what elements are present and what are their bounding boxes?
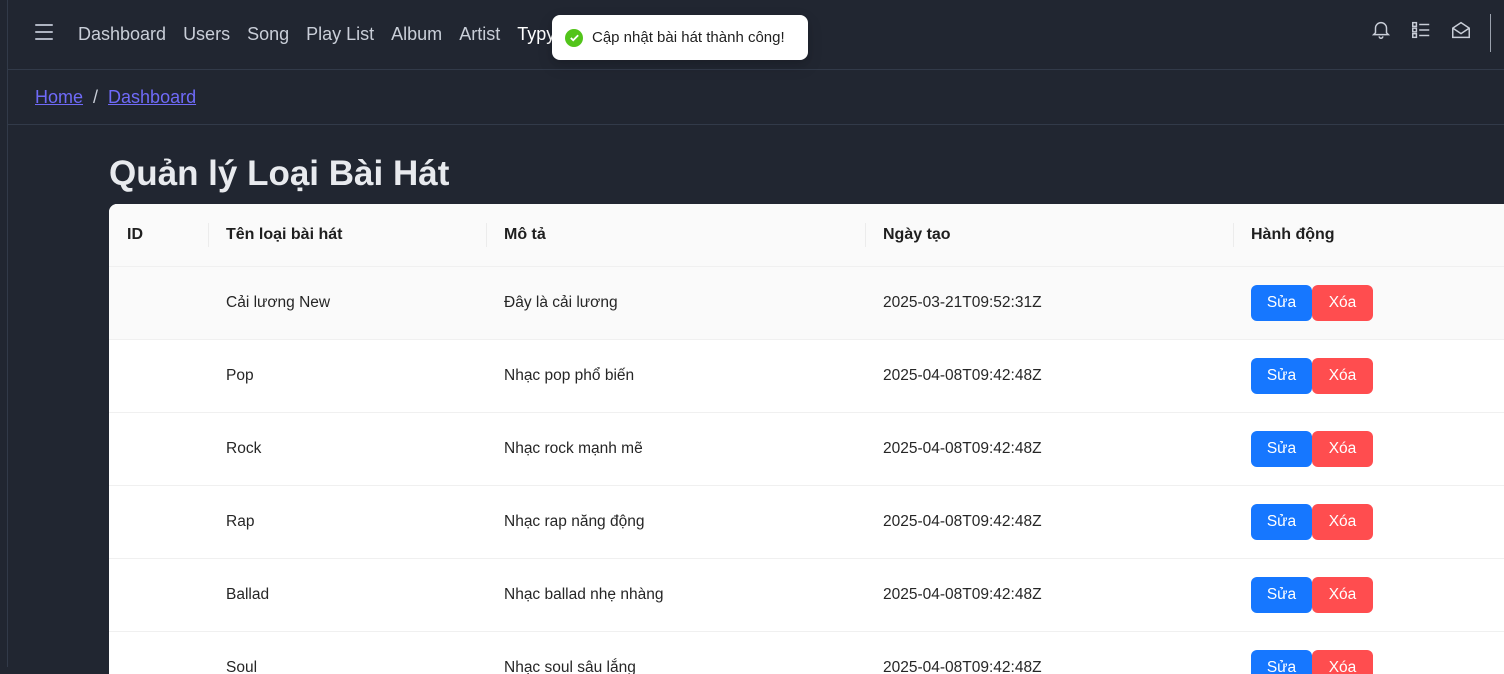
edit-button[interactable]: Sửa [1251, 504, 1312, 540]
breadcrumb: Home / Dashboard [35, 87, 196, 108]
table-row: Soul Nhạc soul sâu lắng 2025-04-08T09:42… [109, 631, 1504, 674]
cell-name: Ballad [208, 558, 486, 631]
cell-actions: SửaXóa [1233, 485, 1504, 558]
cell-created: 2025-03-21T09:52:31Z [865, 266, 1233, 339]
nav-item-playlist[interactable]: Play List [306, 21, 374, 47]
cell-created: 2025-04-08T09:42:48Z [865, 412, 1233, 485]
cell-created: 2025-04-08T09:42:48Z [865, 339, 1233, 412]
cell-description: Nhạc pop phổ biến [486, 339, 865, 412]
nav-item-typy[interactable]: Typy [517, 21, 555, 47]
nav-item-users[interactable]: Users [183, 21, 230, 47]
breadcrumb-separator: / [93, 87, 98, 107]
cell-description: Nhạc rap năng động [486, 485, 865, 558]
table-header-row: ID Tên loại bài hát Mô tả Ngày tạo Hành … [109, 204, 1504, 266]
toast-message: Cập nhật bài hát thành công! [592, 29, 785, 46]
nav-item-album[interactable]: Album [391, 21, 442, 47]
edit-button[interactable]: Sửa [1251, 358, 1312, 394]
delete-button[interactable]: Xóa [1312, 650, 1373, 674]
cell-name: Cải lương New [208, 266, 486, 339]
cell-id [109, 631, 208, 674]
column-header-created: Ngày tạo [865, 204, 1233, 266]
cell-id [109, 339, 208, 412]
bell-icon[interactable] [1370, 18, 1392, 42]
header-actions [1370, 18, 1472, 42]
column-header-id: ID [109, 204, 208, 266]
breadcrumb-dashboard[interactable]: Dashboard [108, 87, 196, 107]
column-header-name: Tên loại bài hát [208, 204, 486, 266]
cell-id [109, 266, 208, 339]
cell-description: Đây là cải lương [486, 266, 865, 339]
cell-description: Nhạc rock mạnh mẽ [486, 412, 865, 485]
list-icon[interactable] [1410, 18, 1432, 42]
table-row: Cải lương New Đây là cải lương 2025-03-2… [109, 266, 1504, 339]
cell-name: Rap [208, 485, 486, 558]
check-circle-icon [565, 29, 583, 47]
cell-id [109, 485, 208, 558]
edit-button[interactable]: Sửa [1251, 285, 1312, 321]
nav-item-song[interactable]: Song [247, 21, 289, 47]
cell-name: Pop [208, 339, 486, 412]
table-row: Rap Nhạc rap năng động 2025-04-08T09:42:… [109, 485, 1504, 558]
cell-actions: SửaXóa [1233, 266, 1504, 339]
page-title: Quản lý Loại Bài Hát [109, 154, 449, 194]
delete-button[interactable]: Xóa [1312, 577, 1373, 613]
header-divider [1490, 14, 1491, 52]
table-row: Rock Nhạc rock mạnh mẽ 2025-04-08T09:42:… [109, 412, 1504, 485]
cell-created: 2025-04-08T09:42:48Z [865, 631, 1233, 674]
song-type-table: ID Tên loại bài hát Mô tả Ngày tạo Hành … [109, 204, 1504, 674]
delete-button[interactable]: Xóa [1312, 504, 1373, 540]
cell-created: 2025-04-08T09:42:48Z [865, 558, 1233, 631]
table-row: Pop Nhạc pop phổ biến 2025-04-08T09:42:4… [109, 339, 1504, 412]
breadcrumb-home[interactable]: Home [35, 87, 83, 107]
top-nav: Dashboard Users Song Play List Album Art… [78, 21, 572, 47]
cell-actions: SửaXóa [1233, 412, 1504, 485]
edit-button[interactable]: Sửa [1251, 650, 1312, 674]
cell-id [109, 558, 208, 631]
cell-actions: SửaXóa [1233, 339, 1504, 412]
cell-created: 2025-04-08T09:42:48Z [865, 485, 1233, 558]
column-header-actions: Hành động [1233, 204, 1504, 266]
delete-button[interactable]: Xóa [1312, 431, 1373, 467]
table-row: Ballad Nhạc ballad nhẹ nhàng 2025-04-08T… [109, 558, 1504, 631]
edit-button[interactable]: Sửa [1251, 577, 1312, 613]
nav-item-dashboard[interactable]: Dashboard [78, 21, 166, 47]
cell-name: Soul [208, 631, 486, 674]
menu-toggle-icon[interactable] [35, 24, 53, 40]
success-toast: Cập nhật bài hát thành công! [552, 15, 808, 60]
cell-name: Rock [208, 412, 486, 485]
breadcrumb-bar: Home / Dashboard [8, 70, 1504, 125]
delete-button[interactable]: Xóa [1312, 285, 1373, 321]
column-header-description: Mô tả [486, 204, 865, 266]
delete-button[interactable]: Xóa [1312, 358, 1373, 394]
left-rail [0, 0, 8, 667]
mail-icon[interactable] [1450, 18, 1472, 42]
cell-actions: SửaXóa [1233, 631, 1504, 674]
cell-id [109, 412, 208, 485]
cell-description: Nhạc soul sâu lắng [486, 631, 865, 674]
edit-button[interactable]: Sửa [1251, 431, 1312, 467]
cell-actions: SửaXóa [1233, 558, 1504, 631]
cell-description: Nhạc ballad nhẹ nhàng [486, 558, 865, 631]
nav-item-artist[interactable]: Artist [459, 21, 500, 47]
